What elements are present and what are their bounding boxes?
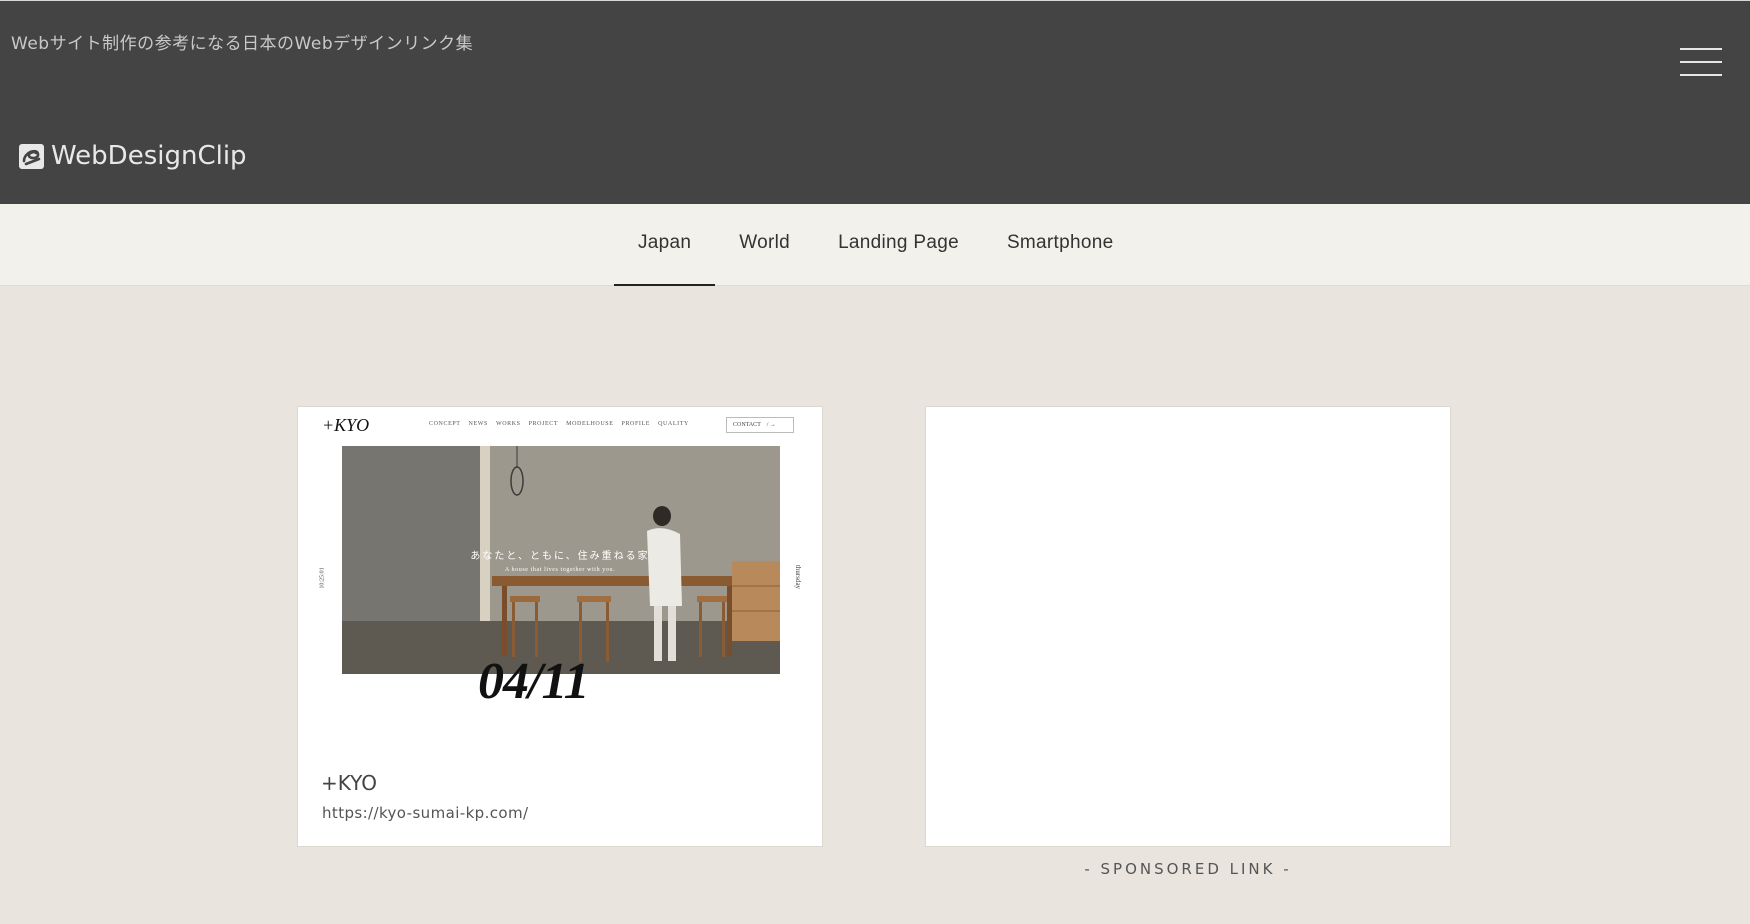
tab-landing-page[interactable]: Landing Page [814, 204, 983, 286]
thumbnail-contact: CONTACT / → [726, 417, 794, 433]
menu-line [1680, 61, 1722, 63]
thumbnail-date: 04/11 [478, 653, 590, 710]
site-card[interactable]: +KYO CONCEPT NEWS WORKS PROJECT MODELHOU… [297, 406, 823, 847]
site-name[interactable]: +KYO [321, 771, 377, 795]
tab-japan[interactable]: Japan [614, 204, 716, 286]
thumbnail-logo: +KYO [322, 415, 370, 435]
site-logo[interactable]: WebDesignClip [19, 141, 247, 171]
tab-smartphone[interactable]: Smartphone [983, 204, 1138, 286]
thumbnail-side-day: thursday [794, 564, 803, 590]
thumbnail-nav-item: NEWS [468, 421, 488, 427]
category-nav: Japan World Landing Page Smartphone [0, 204, 1750, 286]
thumbnail-nav-item: QUALITY [658, 421, 689, 427]
menu-line [1680, 48, 1722, 50]
thumbnail-nav-item: MODELHOUSE [566, 421, 614, 427]
hamburger-menu-icon[interactable] [1680, 47, 1722, 79]
thumbnail-headline-en: A house that lives together with you. [504, 567, 616, 573]
site-thumbnail[interactable]: +KYO CONCEPT NEWS WORKS PROJECT MODELHOU… [298, 407, 822, 752]
thumbnail-nav-item: PROJECT [528, 421, 559, 427]
thumbnail-nav-item: PROFILE [621, 421, 651, 427]
tab-world[interactable]: World [715, 204, 814, 286]
sponsored-label: - SPONSORED LINK - [1084, 860, 1292, 878]
thumbnail-headline-jp: あなたと、ともに、住み重ねる家 [470, 551, 650, 562]
site-header: Webサイト制作の参考になる日本のWebデザインリンク集 WebDesignCl… [0, 0, 1750, 204]
site-url-link[interactable]: https://kyo-sumai-kp.com/ [322, 804, 528, 822]
menu-line [1680, 74, 1722, 76]
logo-text: WebDesignClip [51, 141, 247, 171]
thumbnail-nav: CONCEPT NEWS WORKS PROJECT MODELHOUSE PR… [429, 421, 689, 427]
site-tagline: Webサイト制作の参考になる日本のWebデザインリンク集 [11, 34, 474, 54]
thumbnail-nav-item: WORKS [495, 421, 521, 427]
thumbnail-nav-item: CONCEPT [429, 421, 461, 427]
thumbnail-side-time: 10:25:01 [319, 567, 326, 589]
sponsored-ad-slot[interactable] [925, 406, 1451, 847]
logo-mark-icon [19, 143, 44, 169]
